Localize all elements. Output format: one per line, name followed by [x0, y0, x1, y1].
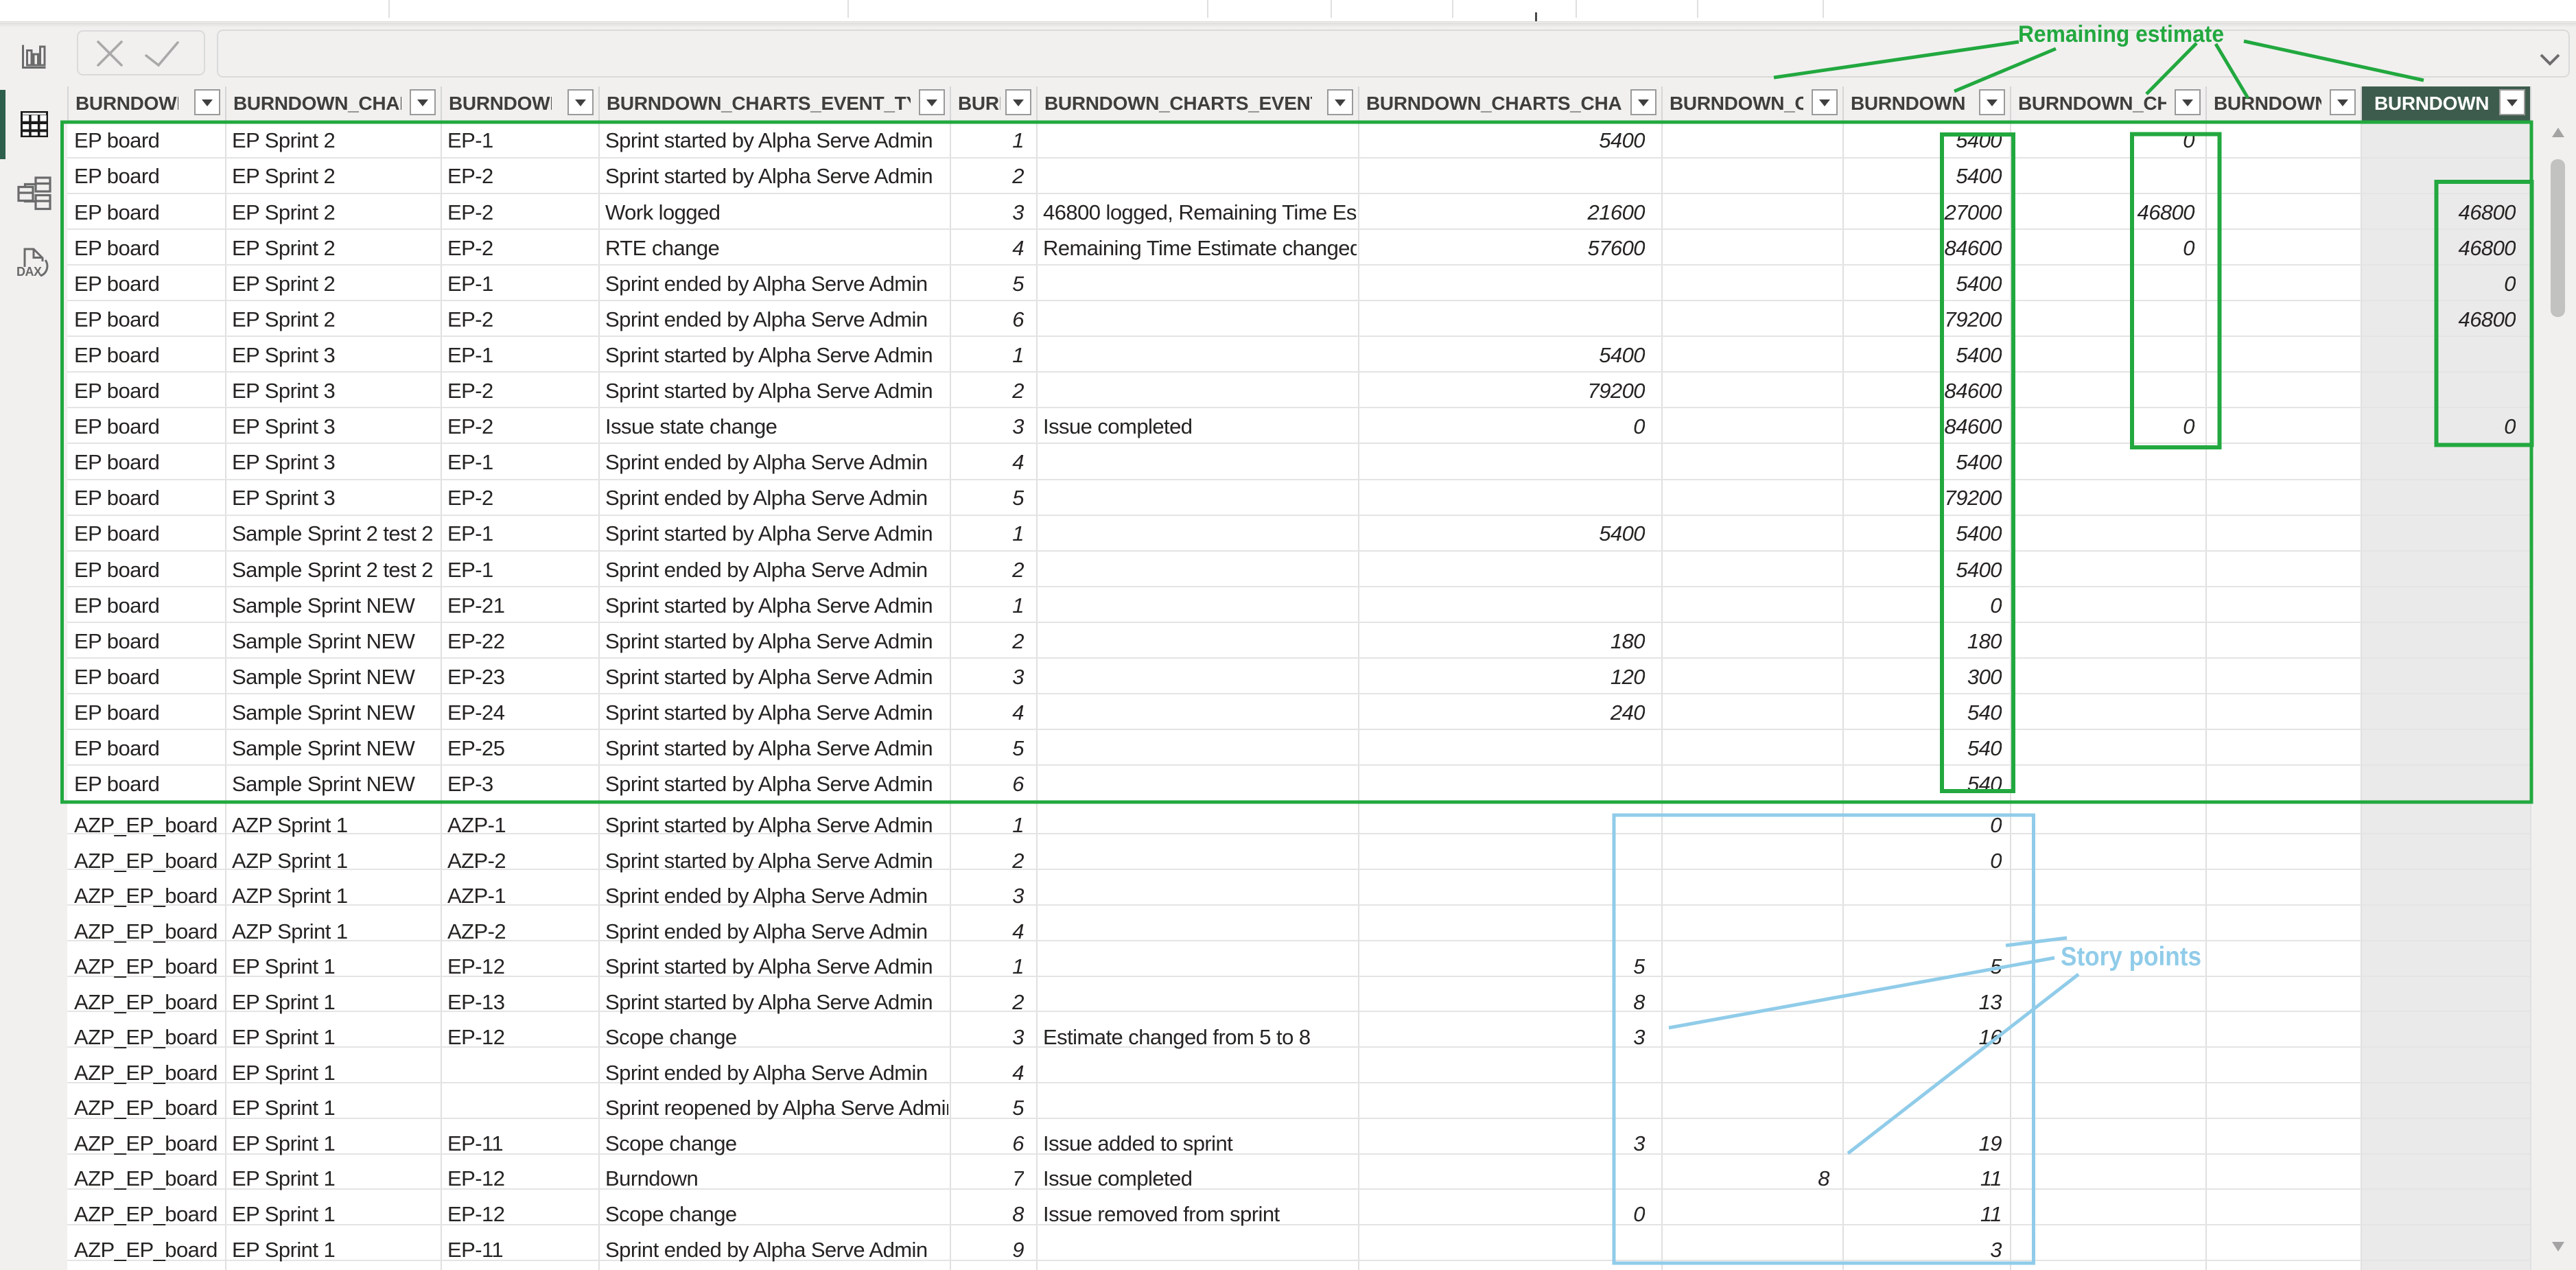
svg-text:Story points: Story points: [2061, 942, 2201, 972]
svg-text:Remaining estimate: Remaining estimate: [2018, 21, 2224, 47]
